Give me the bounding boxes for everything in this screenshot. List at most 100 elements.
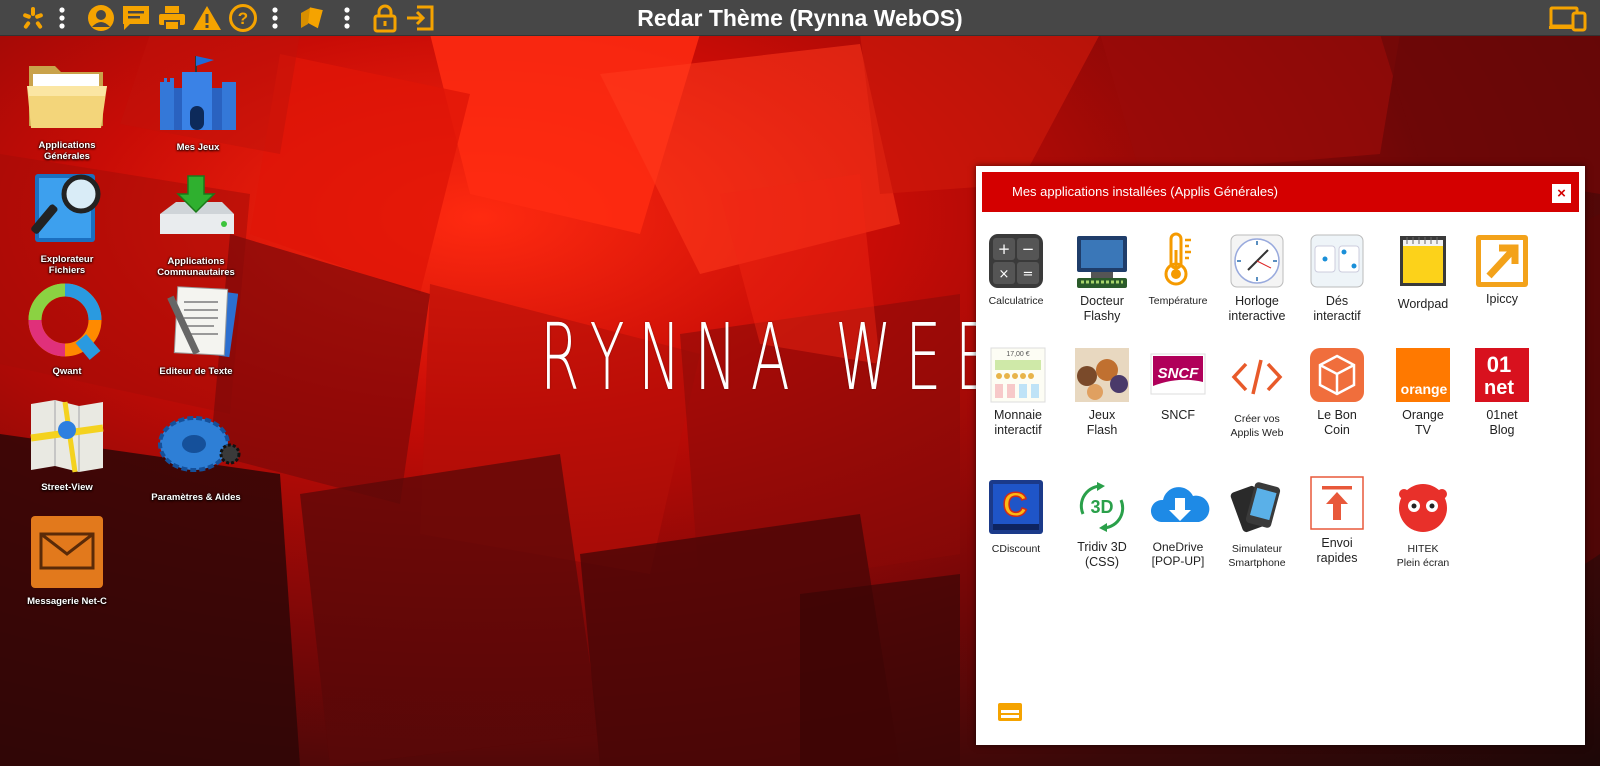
orange-icon: orange [1394,346,1452,404]
lock-icon[interactable] [370,3,400,33]
app-label-line: Plein écran [1396,557,1450,569]
box-icon [1308,346,1366,404]
desktop-icon-qwant[interactable]: Qwant [7,282,127,377]
svg-text:?: ? [238,9,248,28]
app-label-line: Orange [1402,408,1444,422]
window-header[interactable]: Mes applications installées (Applis Géné… [982,172,1579,212]
app-orange-tv[interactable]: orange Orange TV [1380,346,1466,438]
qwant-icon [25,282,109,364]
app-label-line: Flash [1086,423,1118,437]
app-label-line: Calculatrice [988,295,1044,307]
games-icon [1073,346,1131,404]
app-label-line: (CSS) [1084,555,1120,569]
yelp-icon[interactable] [18,3,48,33]
window-layout-icon[interactable] [996,700,1024,724]
top-bar: ? Redar Thème (Rynna WebOS) [0,0,1600,36]
code-icon [1228,348,1286,406]
devices-icon[interactable] [1548,3,1588,33]
app-label-line: Simulateur [1231,543,1283,555]
desktop-icon-messagerie-net-c[interactable]: Messagerie Net-C [7,512,127,607]
desktop-icon-label: Paramètres & Aides [151,492,241,503]
help-icon[interactable]: ? [228,3,258,33]
app-sncf[interactable]: SNCF SNCF [1135,346,1221,423]
desktop-icon-applications-communautaires[interactable]: Applications Communautaires [136,172,256,278]
menu-dots-icon[interactable] [265,3,285,33]
app-docteur-flashy[interactable]: Docteur Flashy [1059,232,1145,324]
user-icon[interactable] [86,3,116,33]
app-label-line: Blog [1489,423,1515,437]
dice-icon [1308,232,1366,290]
desktop-icon-parametres-aides[interactable]: Paramètres & Aides [136,408,256,503]
app-onedrive[interactable]: OneDrive [POP-UP] [1135,478,1221,568]
app-calculatrice[interactable]: + − × = Calculatrice [973,232,1059,308]
app-label: Calculatrice [973,294,1059,308]
svg-text:C: C [1003,486,1028,524]
chat-icon[interactable] [121,3,151,33]
app-simulateur-smartphone[interactable]: Simulateur Smartphone [1214,478,1300,570]
calculator-icon: + − × = [987,232,1045,290]
close-button[interactable]: × [1552,184,1571,203]
app-label-line: Le Bon [1317,408,1357,422]
svg-text:×: × [999,267,1010,282]
svg-text:=: = [1023,267,1034,282]
desktop-icon-editeur-de-texte[interactable]: Editeur de Texte [136,282,256,377]
desktop-icon-label: Qwant [52,366,82,377]
folder-icon [25,56,109,138]
app-label-line: Ipiccy [1486,292,1518,306]
app-tridiv-3d[interactable]: 3D Tridiv 3D (CSS) [1059,478,1145,570]
app-hitek[interactable]: HITEK Plein écran [1380,478,1466,570]
upload-icon [1308,474,1366,532]
logout-icon[interactable] [405,3,435,33]
ipiccy-icon [1473,232,1531,290]
app-creer-vos-applis-web[interactable]: Créer vos Applis Web [1214,348,1300,440]
app-label-line: interactif [1313,309,1361,323]
app-horloge-interactive[interactable]: Horloge interactive [1214,232,1300,324]
cdiscount-icon: C [987,478,1045,536]
app-label-line: TV [1415,423,1431,437]
thermometer-icon [1149,230,1207,288]
app-le-bon-coin[interactable]: Le Bon Coin [1294,346,1380,438]
hitek-icon [1394,478,1452,536]
app-jeux-flash[interactable]: Jeux Flash [1059,346,1145,438]
map-icon [25,398,109,480]
app-label-line: HITEK [1407,543,1439,555]
app-temperature[interactable]: Température [1135,230,1221,308]
desktop-icon-label: Communautaires [157,267,235,278]
app-label-line: [POP-UP] [1151,554,1205,568]
app-ipiccy[interactable]: Ipiccy [1459,232,1545,307]
menu-dots-icon[interactable] [337,3,357,33]
sncf-logo-text: SNCF [1158,365,1200,382]
money-amount: 17,00 € [1006,351,1029,358]
01net-logo-text: 01 [1487,352,1511,377]
app-label-line: Applis Web [1230,427,1284,439]
warning-icon[interactable] [192,3,222,33]
desktop-icon-label: Explorateur [40,254,94,265]
app-label-line: Flashy [1083,309,1121,323]
menu-dots-icon[interactable] [52,3,72,33]
desktop-icon-label: Applications [38,140,96,151]
printer-icon[interactable] [157,3,187,33]
app-wordpad[interactable]: Wordpad [1380,232,1466,312]
app-label-line: interactive [1228,309,1286,323]
desktop-icon-street-view[interactable]: Street-View [7,398,127,493]
desktop-icon-applications-generales[interactable]: Applications Générales [7,56,127,162]
tag-icon[interactable] [298,3,328,33]
desktop-icon-label: Générales [44,151,90,162]
desktop-icon-explorateur-fichiers[interactable]: Explorateur Fichiers [7,170,127,276]
desktop-icon-label: Fichiers [48,265,86,276]
app-cdiscount[interactable]: C CDiscount [973,478,1059,556]
app-label-line: Docteur [1080,294,1124,308]
app-envoi-rapides[interactable]: Envoi rapides [1294,474,1380,566]
download-drive-icon [154,172,238,254]
app-label-line: Température [1148,295,1208,307]
notepad-icon [1394,232,1452,290]
smartphone-icon [1228,478,1286,536]
desktop-icon-mes-jeux[interactable]: Mes Jeux [138,54,258,153]
app-monnaie-interactif[interactable]: 17,00 € Monnaie interactif [975,346,1061,438]
app-01net-blog[interactable]: 01 net 01net Blog [1459,346,1545,438]
desktop-icon-label: Editeur de Texte [159,366,233,377]
magnifier-icon [25,170,109,252]
app-des-interactif[interactable]: Dés interactif [1294,232,1380,324]
app-label-line: Smartphone [1228,557,1286,569]
app-label-line: Dés [1325,294,1349,308]
